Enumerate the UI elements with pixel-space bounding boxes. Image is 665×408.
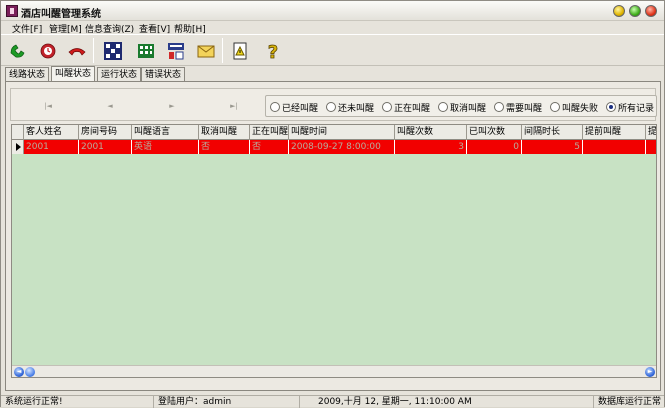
filter-cancelled[interactable]: 取消叫醒 (438, 101, 486, 114)
wakeup-grid: 客人姓名 房间号码 叫醒语言 取消叫醒 正在叫醒 叫醒时间 叫醒次数 已叫次数 … (11, 124, 657, 378)
col-advance[interactable]: 提前叫醒 (583, 125, 646, 140)
row-indicator (12, 140, 24, 154)
radio-dot (606, 102, 616, 112)
col-wakeup-count[interactable]: 叫醒次数 (395, 125, 467, 140)
col-language[interactable]: 叫醒语言 (132, 125, 199, 140)
svg-text:?: ? (267, 42, 277, 61)
next-record-button[interactable]: ► (165, 100, 179, 112)
radio-dot (382, 102, 392, 112)
close-button[interactable] (645, 5, 657, 17)
radio-dot (494, 102, 504, 112)
notice-button[interactable] (226, 37, 253, 64)
registry-button[interactable] (162, 37, 189, 64)
cell-wakeup-time[interactable]: 2008-09-27 8:00:00 (289, 140, 395, 154)
cell-room-number[interactable]: 2001 (79, 140, 132, 154)
status-bar: 系统运行正常! 登陆用户：admin 2009,十月 12, 星期一, 11:1… (1, 395, 664, 408)
radio-dot (326, 102, 336, 112)
col-in-progress[interactable]: 正在叫醒 (250, 125, 289, 140)
filter-failed[interactable]: 叫醒失败 (550, 101, 598, 114)
menu-bar: 文件[F] 管理[M] 信息查询(Z) 查看[V] 帮助[H] (1, 21, 664, 35)
toolbar: ? (1, 34, 664, 66)
window-title: 酒店叫醒管理系统 (21, 9, 101, 20)
cell-interval[interactable]: 5 (522, 140, 583, 154)
wakeup-panel: |◄ ◄ ► ►| 已经叫醒 还未叫醒 正在叫醒 取消叫醒 需要叫醒 叫醒失败 … (5, 81, 661, 391)
phone-answer-icon (10, 44, 24, 58)
status-system: 系统运行正常! (1, 396, 154, 408)
registry-icon (167, 42, 184, 59)
scroll-thumb[interactable] (25, 367, 35, 377)
record-navigator: |◄ ◄ ► ►| 已经叫醒 还未叫醒 正在叫醒 取消叫醒 需要叫醒 叫醒失败 … (10, 88, 657, 121)
cell-guest-name[interactable]: 2001 (24, 140, 79, 154)
radio-dot (438, 102, 448, 112)
network-button[interactable] (99, 37, 126, 64)
alarm-phone-button[interactable] (34, 37, 61, 64)
filter-group: 已经叫醒 还未叫醒 正在叫醒 取消叫醒 需要叫醒 叫醒失败 所有记录 (265, 95, 657, 117)
mail-icon (197, 45, 214, 57)
radio-dot (550, 102, 560, 112)
tab-line-status[interactable]: 线路状态 (5, 67, 50, 82)
maximize-button[interactable] (629, 5, 641, 17)
alarm-phone-icon (40, 43, 55, 58)
phone-hangup-icon (67, 47, 86, 56)
col-guest-name[interactable]: 客人姓名 (24, 125, 79, 140)
col-called-count[interactable]: 已叫次数 (467, 125, 522, 140)
cell-called-count[interactable]: 0 (467, 140, 522, 154)
scroll-right-button[interactable]: ► (645, 367, 655, 377)
cell-wakeup-count[interactable]: 3 (395, 140, 467, 154)
cell-cancel[interactable]: 否 (199, 140, 250, 154)
table-row[interactable]: 2001 2001 英语 否 否 2008-09-27 8:00:00 3 0 … (12, 140, 656, 154)
radio-dot (270, 102, 280, 112)
filter-already-woken[interactable]: 已经叫醒 (270, 101, 318, 114)
tab-run-status[interactable]: 运行状态 (97, 67, 142, 82)
grid-header: 客人姓名 房间号码 叫醒语言 取消叫醒 正在叫醒 叫醒时间 叫醒次数 已叫次数 … (12, 125, 656, 140)
filter-all-records[interactable]: 所有记录 (606, 101, 654, 114)
col-wakeup-time[interactable]: 叫醒时间 (289, 125, 395, 140)
tab-error-status[interactable]: 错误状态 (141, 67, 186, 82)
help-button[interactable]: ? (259, 37, 286, 64)
minimize-button[interactable] (613, 5, 625, 17)
network-grid-icon (103, 41, 122, 60)
mail-button[interactable] (192, 37, 219, 64)
row-indicator-header (12, 125, 24, 140)
help-icon: ? (267, 41, 278, 61)
last-record-button[interactable]: ►| (227, 100, 241, 112)
status-user: 登陆用户：admin (154, 396, 300, 408)
status-datetime: 2009,十月 12, 星期一, 11:10:00 AM (300, 396, 594, 408)
tab-wakeup-status[interactable]: 叫醒状态 (51, 66, 96, 82)
database-grid-icon (137, 43, 154, 58)
first-record-button[interactable]: |◄ (41, 100, 55, 112)
filter-not-yet-woken[interactable]: 还未叫醒 (326, 101, 374, 114)
cell-language[interactable]: 英语 (132, 140, 199, 154)
status-database: 数据库运行正常 (598, 397, 662, 407)
app-icon (6, 5, 18, 17)
database-button[interactable] (132, 37, 159, 64)
main-window: 酒店叫醒管理系统 文件[F] 管理[M] 信息查询(Z) 查看[V] 帮助[H] (0, 0, 665, 408)
cell-advance[interactable] (583, 140, 646, 154)
prev-record-button[interactable]: ◄ (103, 100, 117, 112)
col-advance-2[interactable]: 提前 (646, 125, 656, 140)
phone-answer-button[interactable] (4, 37, 31, 64)
col-room-number[interactable]: 房间号码 (79, 125, 132, 140)
scroll-left-button[interactable]: ◄ (14, 367, 24, 377)
filter-waking[interactable]: 正在叫醒 (382, 101, 430, 114)
col-cancel[interactable]: 取消叫醒 (199, 125, 250, 140)
phone-hangup-button[interactable] (63, 37, 90, 64)
filter-needs-wakeup[interactable]: 需要叫醒 (494, 101, 542, 114)
col-interval[interactable]: 间隔时长 (522, 125, 583, 140)
notice-icon (233, 42, 246, 59)
cell-advance-2[interactable] (646, 140, 656, 154)
title-bar[interactable]: 酒店叫醒管理系统 (1, 1, 664, 21)
cell-in-progress[interactable]: 否 (250, 140, 289, 154)
horizontal-scrollbar[interactable]: ◄ ► (12, 365, 656, 377)
